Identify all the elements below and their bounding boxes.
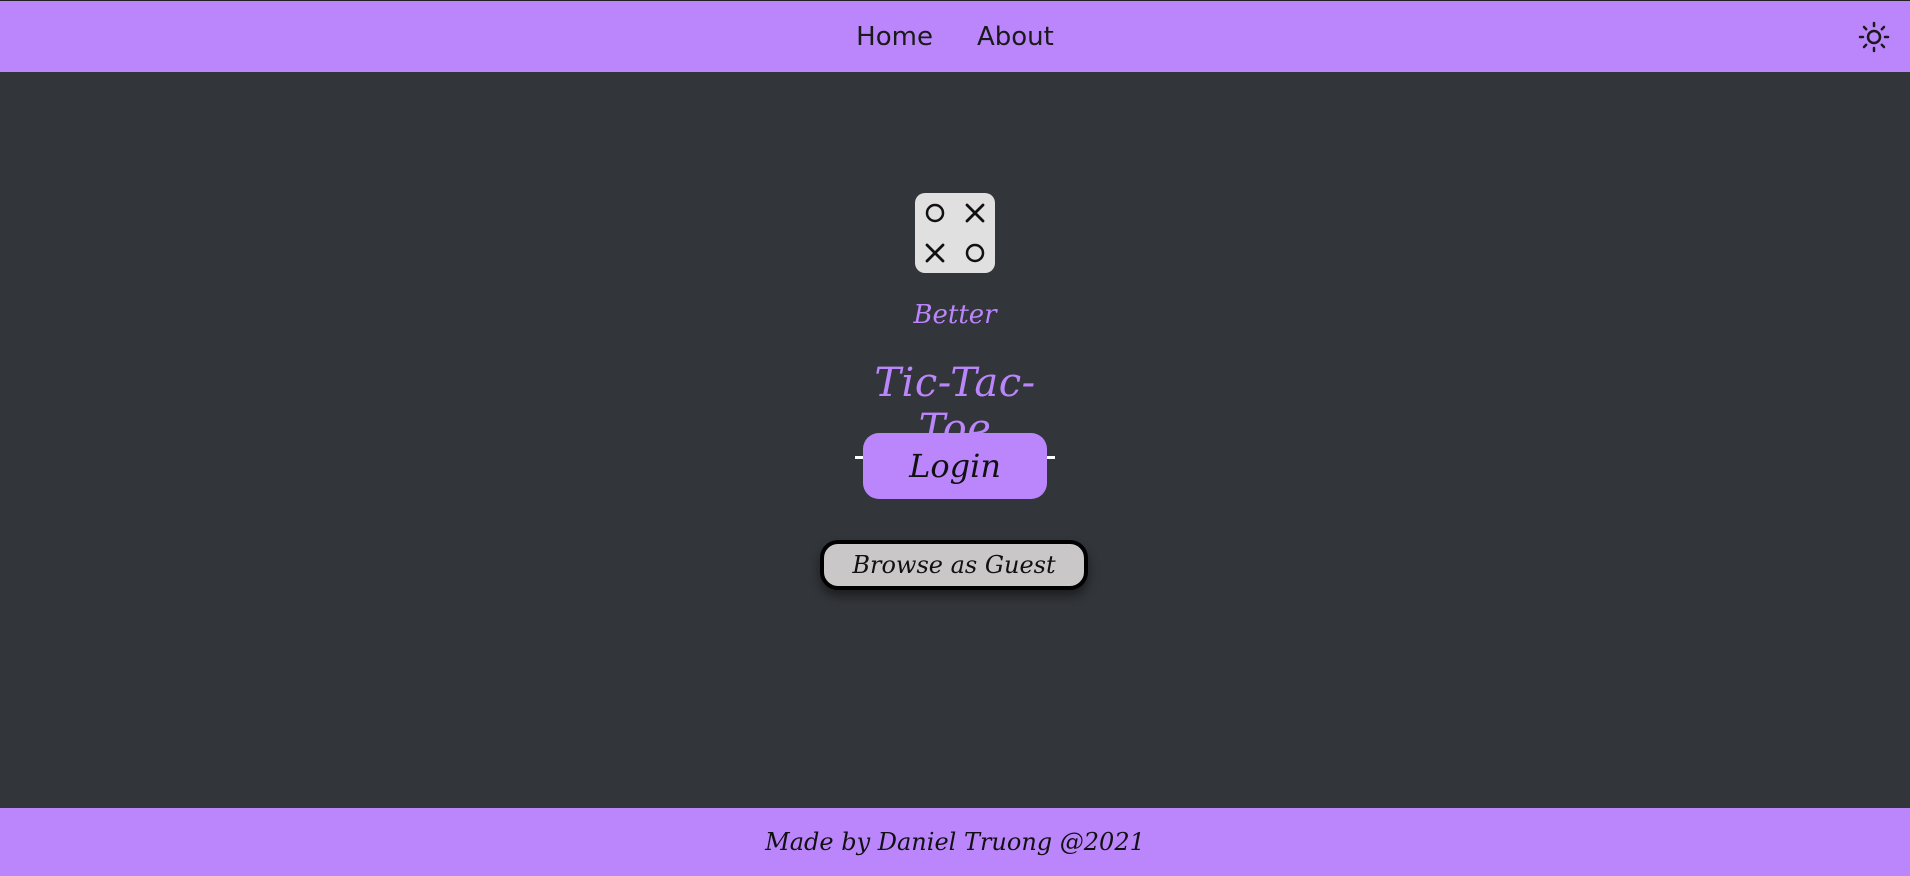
- nav-link-about[interactable]: About: [977, 22, 1054, 52]
- main-nav: Home About: [0, 1, 1910, 73]
- tic-tac-toe-icon: [925, 203, 985, 263]
- tic-tac-toe-logo: [915, 193, 995, 273]
- footer-credit: Made by Daniel Truong @2021: [765, 828, 1145, 856]
- login-button[interactable]: Login: [863, 433, 1047, 499]
- footer: Made by Daniel Truong @2021: [0, 808, 1910, 876]
- sun-icon: [1858, 21, 1890, 53]
- top-navbar: Home About: [0, 0, 1910, 72]
- nav-link-home[interactable]: Home: [856, 22, 933, 52]
- app-subtitle: Better: [913, 300, 997, 330]
- theme-toggle-button[interactable]: [1858, 21, 1890, 53]
- main-content: Better Tic-Tac-Toe Login Browse as Guest: [0, 72, 1910, 808]
- browse-as-guest-button[interactable]: Browse as Guest: [820, 540, 1088, 590]
